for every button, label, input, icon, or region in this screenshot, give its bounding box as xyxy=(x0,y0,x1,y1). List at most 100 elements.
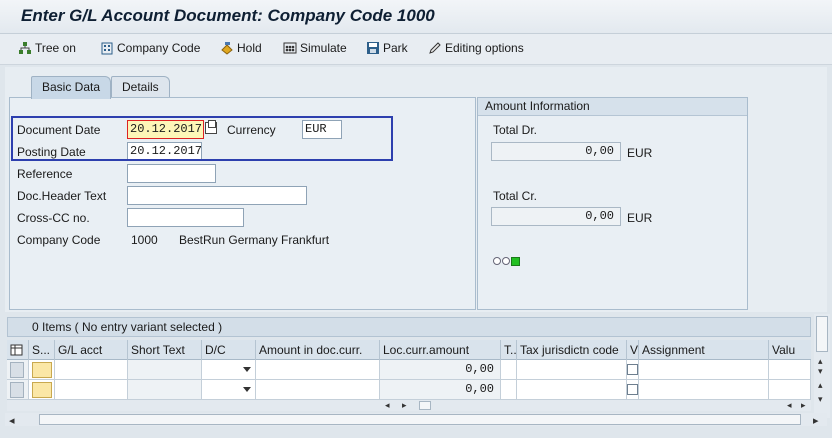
chevron-down-icon xyxy=(243,387,251,392)
company-code-label: Company Code xyxy=(117,41,201,55)
row-selector[interactable] xyxy=(7,360,29,380)
hold-icon xyxy=(220,41,234,55)
scroll-left-icon[interactable]: ◂ xyxy=(787,400,792,411)
col-header-value[interactable]: Valu xyxy=(769,340,811,360)
tax-jurisdiction-cell[interactable] xyxy=(517,380,627,400)
park-button[interactable]: Park xyxy=(366,41,408,55)
status-light-yellow xyxy=(502,257,510,265)
col-header-tax[interactable]: T.. xyxy=(501,340,517,360)
row-selector[interactable] xyxy=(7,380,29,400)
col-header-tax-jurisdiction[interactable]: Tax jurisdictn code xyxy=(517,340,627,360)
short-text-cell xyxy=(128,360,202,380)
scroll-up-icon[interactable]: ▴ xyxy=(818,380,823,391)
amount-information-header: Amount Information xyxy=(478,98,747,116)
amount-doc-cell[interactable] xyxy=(256,360,380,380)
doc-header-text-input[interactable] xyxy=(127,186,307,205)
building-icon xyxy=(100,41,114,55)
dc-dropdown[interactable] xyxy=(202,380,256,400)
title-bar: Enter G/L Account Document: Company Code… xyxy=(0,0,832,34)
total-credit-label: Total Cr. xyxy=(493,189,538,203)
col-header-short-text[interactable]: Short Text xyxy=(128,340,202,360)
company-code-button[interactable]: Company Code xyxy=(100,41,200,55)
scroll-down-icon[interactable]: ▾ xyxy=(818,394,823,405)
pencil-icon xyxy=(428,41,442,55)
col-header-gl-acct[interactable]: G/L acct xyxy=(55,340,128,360)
col-header-status[interactable]: S... xyxy=(29,340,55,360)
tree-on-button[interactable]: Tree on xyxy=(18,41,76,55)
tab-basic-data[interactable]: Basic Data xyxy=(31,76,112,99)
scroll-right-icon[interactable]: ▸ xyxy=(813,414,819,427)
total-debit-currency: EUR xyxy=(627,146,653,160)
scroll-left-icon[interactable]: ◂ xyxy=(385,400,390,411)
tab-details[interactable]: Details xyxy=(111,76,170,98)
scroll-right-icon[interactable]: ▸ xyxy=(801,400,806,411)
col-header-amount-doc[interactable]: Amount in doc.curr. xyxy=(256,340,380,360)
reference-label: Reference xyxy=(17,167,73,181)
tree-on-label: Tree on xyxy=(35,41,76,55)
save-disk-icon xyxy=(366,41,380,55)
total-credit-value: 0,00 xyxy=(491,207,621,226)
editing-options-label: Editing options xyxy=(445,41,524,55)
reference-input[interactable] xyxy=(127,164,216,183)
scroll-right-icon[interactable]: ▸ xyxy=(402,400,407,411)
items-grid-title: 0 Items ( No entry variant selected ) xyxy=(7,317,811,337)
company-name: BestRun Germany Frankfurt xyxy=(179,233,330,247)
scroll-left-icon[interactable]: ◂ xyxy=(9,414,15,427)
tree-icon xyxy=(18,41,32,55)
hold-label: Hold xyxy=(237,41,262,55)
col-header-dc[interactable]: D/C xyxy=(202,340,256,360)
scroll-down-icon[interactable]: ▾ xyxy=(818,366,823,377)
short-text-cell xyxy=(128,380,202,400)
cross-cc-label: Cross-CC no. xyxy=(17,211,90,225)
highlight-frame xyxy=(11,116,393,161)
doc-header-text-label: Doc.Header Text xyxy=(17,189,107,203)
col-header-assignment[interactable]: Assignment xyxy=(639,340,769,360)
chevron-down-icon xyxy=(243,367,251,372)
application-toolbar: Tree on Company Code Hold Simulate Park … xyxy=(0,34,832,65)
tax-jurisdiction-cell[interactable] xyxy=(517,360,627,380)
col-header-loc-amount[interactable]: Loc.curr.amount xyxy=(380,340,501,360)
table-row: 0,00 xyxy=(7,380,811,400)
dc-dropdown[interactable] xyxy=(202,360,256,380)
gl-acct-cell[interactable] xyxy=(55,360,128,380)
column-config-icon[interactable] xyxy=(7,340,29,360)
screen-horizontal-scrollbar[interactable]: ◂ ▸ xyxy=(5,413,827,427)
tax-cell[interactable] xyxy=(501,360,517,380)
row-status-cell[interactable] xyxy=(29,360,55,380)
park-label: Park xyxy=(383,41,408,55)
simulate-button[interactable]: Simulate xyxy=(283,41,347,55)
simulate-icon xyxy=(283,41,297,55)
total-debit-value: 0,00 xyxy=(491,142,621,161)
grid-vertical-scrollbar[interactable]: ▴ ▾ ▴ ▾ xyxy=(814,314,830,418)
loc-amount-cell: 0,00 xyxy=(380,360,501,380)
total-debit-label: Total Dr. xyxy=(493,123,538,137)
hold-button[interactable]: Hold xyxy=(220,41,262,55)
row-status-cell[interactable] xyxy=(29,380,55,400)
value-date-cell[interactable] xyxy=(769,360,811,380)
col-header-v[interactable]: V xyxy=(627,340,639,360)
items-grid-header: S... G/L acct Short Text D/C Amount in d… xyxy=(7,340,811,360)
gl-acct-cell[interactable] xyxy=(55,380,128,400)
status-light-green xyxy=(511,257,520,266)
tax-cell[interactable] xyxy=(501,380,517,400)
page-title: Enter G/L Account Document: Company Code… xyxy=(21,6,435,25)
table-row: 0,00 xyxy=(7,360,811,380)
company-code-value: 1000 xyxy=(131,233,158,247)
value-date-cell[interactable] xyxy=(769,380,811,400)
status-light-red xyxy=(493,257,501,265)
simulate-label: Simulate xyxy=(300,41,347,55)
assignment-cell[interactable] xyxy=(639,360,769,380)
cross-cc-input[interactable] xyxy=(127,208,244,227)
company-code-field-label: Company Code xyxy=(17,233,101,247)
loc-amount-cell: 0,00 xyxy=(380,380,501,400)
scroll-thumb[interactable] xyxy=(816,316,828,352)
grid-horizontal-scrollbar[interactable]: ◂ ▸ ◂ ▸ xyxy=(7,400,811,411)
assignment-cell[interactable] xyxy=(639,380,769,400)
scroll-thumb[interactable] xyxy=(39,414,801,425)
v-checkbox-cell[interactable] xyxy=(627,360,639,380)
scroll-thumb[interactable] xyxy=(419,401,431,410)
editing-options-button[interactable]: Editing options xyxy=(428,41,524,55)
v-checkbox-cell[interactable] xyxy=(627,380,639,400)
total-credit-currency: EUR xyxy=(627,211,653,225)
amount-doc-cell[interactable] xyxy=(256,380,380,400)
